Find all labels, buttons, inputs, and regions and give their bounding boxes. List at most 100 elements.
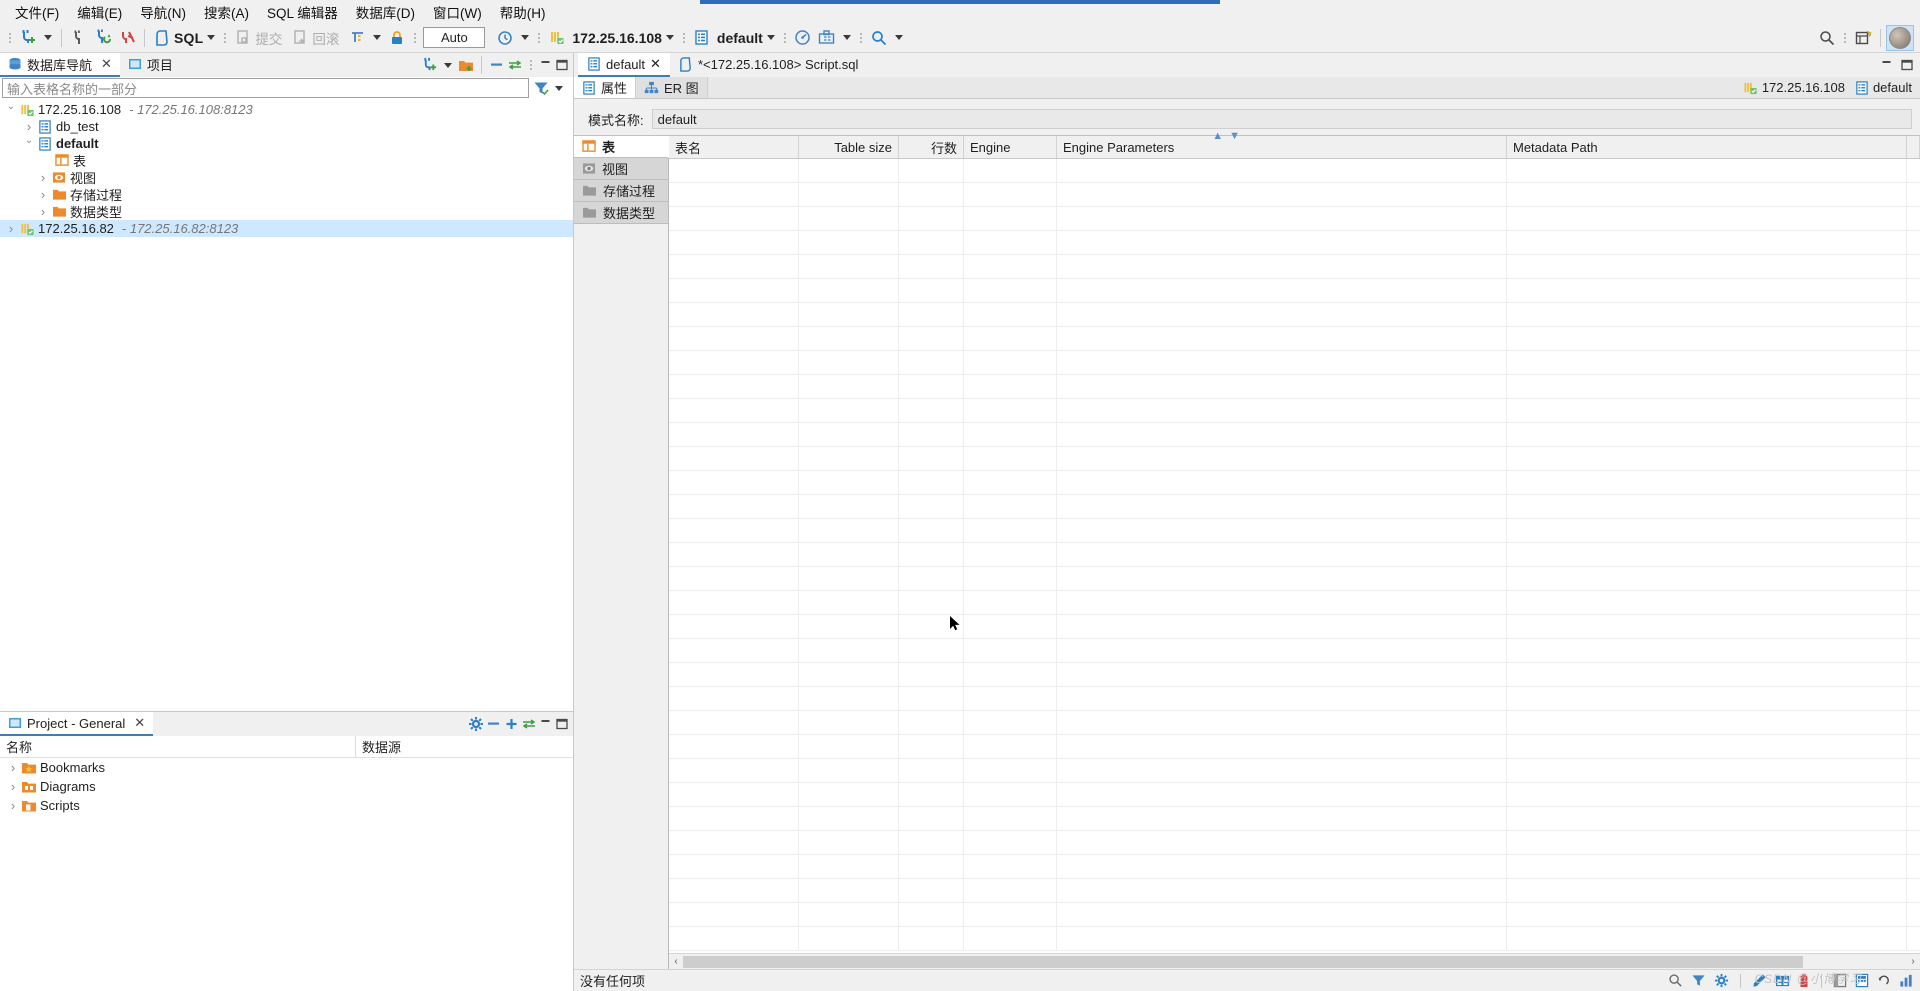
toolbar-drag-handle[interactable] [1842,28,1848,48]
table-row[interactable] [669,639,1920,663]
menu-item-file[interactable]: 文件(F) [6,0,68,24]
column-header-name[interactable]: 名称 [0,737,355,756]
tree-row[interactable]: db_test [0,118,573,135]
menu-item-sql-editor[interactable]: SQL 编辑器 [258,0,347,24]
column-header-metadata-path[interactable]: Metadata Path [1507,136,1907,158]
edit-icon[interactable] [1752,973,1767,988]
refresh-icon[interactable] [1877,973,1891,988]
rollback-icon[interactable] [288,26,312,50]
schema-indicator[interactable]: default [1855,80,1912,95]
table-row[interactable] [669,375,1920,399]
table-row[interactable] [669,519,1920,543]
filter-icon[interactable] [533,80,549,96]
new-connection-dropdown-icon[interactable] [44,35,52,40]
table-row[interactable] [669,591,1920,615]
menu-item-help[interactable]: 帮助(H) [491,0,555,24]
table-row[interactable] [669,735,1920,759]
refresh-connection-icon[interactable] [91,26,115,50]
tree-row[interactable]: 视图 [0,169,573,186]
toolbar-drag-handle[interactable] [7,28,13,48]
expand-arrow-icon[interactable] [36,204,50,219]
user-avatar-icon[interactable] [1886,24,1914,51]
tree-row[interactable]: 172.25.16.108 - 172.25.16.108:8123 [0,101,573,118]
table-row[interactable] [669,783,1920,807]
toolbar-drag-handle[interactable] [858,28,864,48]
expand-arrow-icon[interactable] [4,221,18,236]
transaction-dropdown-icon[interactable] [373,35,382,40]
column-header-engine[interactable]: Engine [964,136,1057,158]
table-row[interactable] [669,495,1920,519]
subtab-properties[interactable]: 属性 [574,77,637,98]
connection-dropdown-icon[interactable] [665,35,674,40]
table-row[interactable] [669,471,1920,495]
filter-input[interactable]: 输入表格名称的一部分 [2,78,529,98]
tab-project-general[interactable]: Project - General ✕ [0,712,154,736]
database-tree[interactable]: 172.25.16.108 - 172.25.16.108:8123 db_te… [0,99,573,711]
filter-dropdown-icon[interactable] [555,85,563,91]
column-header-engine-parameters[interactable]: Engine Parameters [1057,136,1507,158]
table-row[interactable] [669,567,1920,591]
scroll-left-icon[interactable]: ‹ [669,956,683,967]
search-dropdown-icon[interactable] [894,35,903,40]
table-row[interactable] [669,303,1920,327]
object-tab-views[interactable]: 视图 [574,158,668,180]
sql-editor-icon[interactable] [150,26,174,50]
expand-arrow-icon[interactable] [36,187,50,202]
add-icon[interactable] [504,717,519,731]
history-icon[interactable] [493,26,517,50]
table-row[interactable] [669,711,1920,735]
search-icon[interactable] [1668,973,1683,988]
transaction-auto-commit-select[interactable]: Auto [423,27,486,48]
menu-item-edit[interactable]: 编辑(E) [68,0,131,24]
tree-row[interactable]: Bookmarks [0,758,573,777]
menu-item-search[interactable]: 搜索(A) [195,0,258,24]
transaction-mode-icon[interactable] [345,26,369,50]
panel-icon[interactable] [1833,973,1847,988]
table-row[interactable] [669,927,1920,951]
link-editor-icon[interactable] [521,717,537,731]
grid-rows[interactable] [669,159,1920,953]
collapse-all-icon[interactable] [486,717,502,731]
toolbar-drag-handle[interactable] [536,28,542,48]
table-row[interactable] [669,327,1920,351]
expand-arrow-icon[interactable] [22,119,36,134]
maximize-icon[interactable] [555,718,569,730]
scroll-right-icon[interactable]: › [1906,956,1920,967]
global-search-icon[interactable] [1815,26,1839,50]
table-row[interactable] [669,183,1920,207]
table-row[interactable] [669,423,1920,447]
object-tab-procedures[interactable]: 存储过程 [574,180,668,202]
search-icon[interactable] [867,26,891,50]
table-row[interactable] [669,159,1920,183]
menu-item-navigate[interactable]: 导航(N) [131,0,195,24]
active-connection-label[interactable]: 172.25.16.108 [572,30,662,46]
table-row[interactable] [669,687,1920,711]
object-tab-tables[interactable]: 表 [574,136,669,158]
link-editor-icon[interactable] [507,58,523,72]
chevron-up-icon[interactable]: ▲ [1212,130,1223,142]
toolbar-drag-handle[interactable] [681,28,687,48]
dashboard-icon[interactable] [791,26,815,50]
datasource-icon[interactable] [545,26,569,50]
new-connection-icon[interactable] [422,57,438,73]
calc-icon[interactable] [1855,973,1869,988]
column-header-datasource[interactable]: 数据源 [355,736,401,757]
expand-arrow-icon[interactable] [36,170,50,185]
toolbar-drag-handle[interactable] [782,28,788,48]
toolbar-drag-handle[interactable] [412,28,418,48]
expand-arrow-icon[interactable] [4,104,18,115]
chevron-down-icon[interactable]: ▼ [1229,130,1240,142]
table-row[interactable] [669,855,1920,879]
schema-dropdown-icon[interactable] [766,35,775,40]
table-row[interactable] [669,207,1920,231]
table-row[interactable] [669,231,1920,255]
invalidate-connection-icon[interactable] [115,26,139,50]
settings-icon[interactable] [1714,973,1729,988]
expand-arrow-icon[interactable] [22,138,36,149]
table-row[interactable] [669,759,1920,783]
table-row[interactable] [669,399,1920,423]
table-row[interactable] [669,447,1920,471]
perspective-icon[interactable] [1851,26,1875,50]
table-row[interactable] [669,879,1920,903]
active-schema-label[interactable]: default [717,30,763,46]
